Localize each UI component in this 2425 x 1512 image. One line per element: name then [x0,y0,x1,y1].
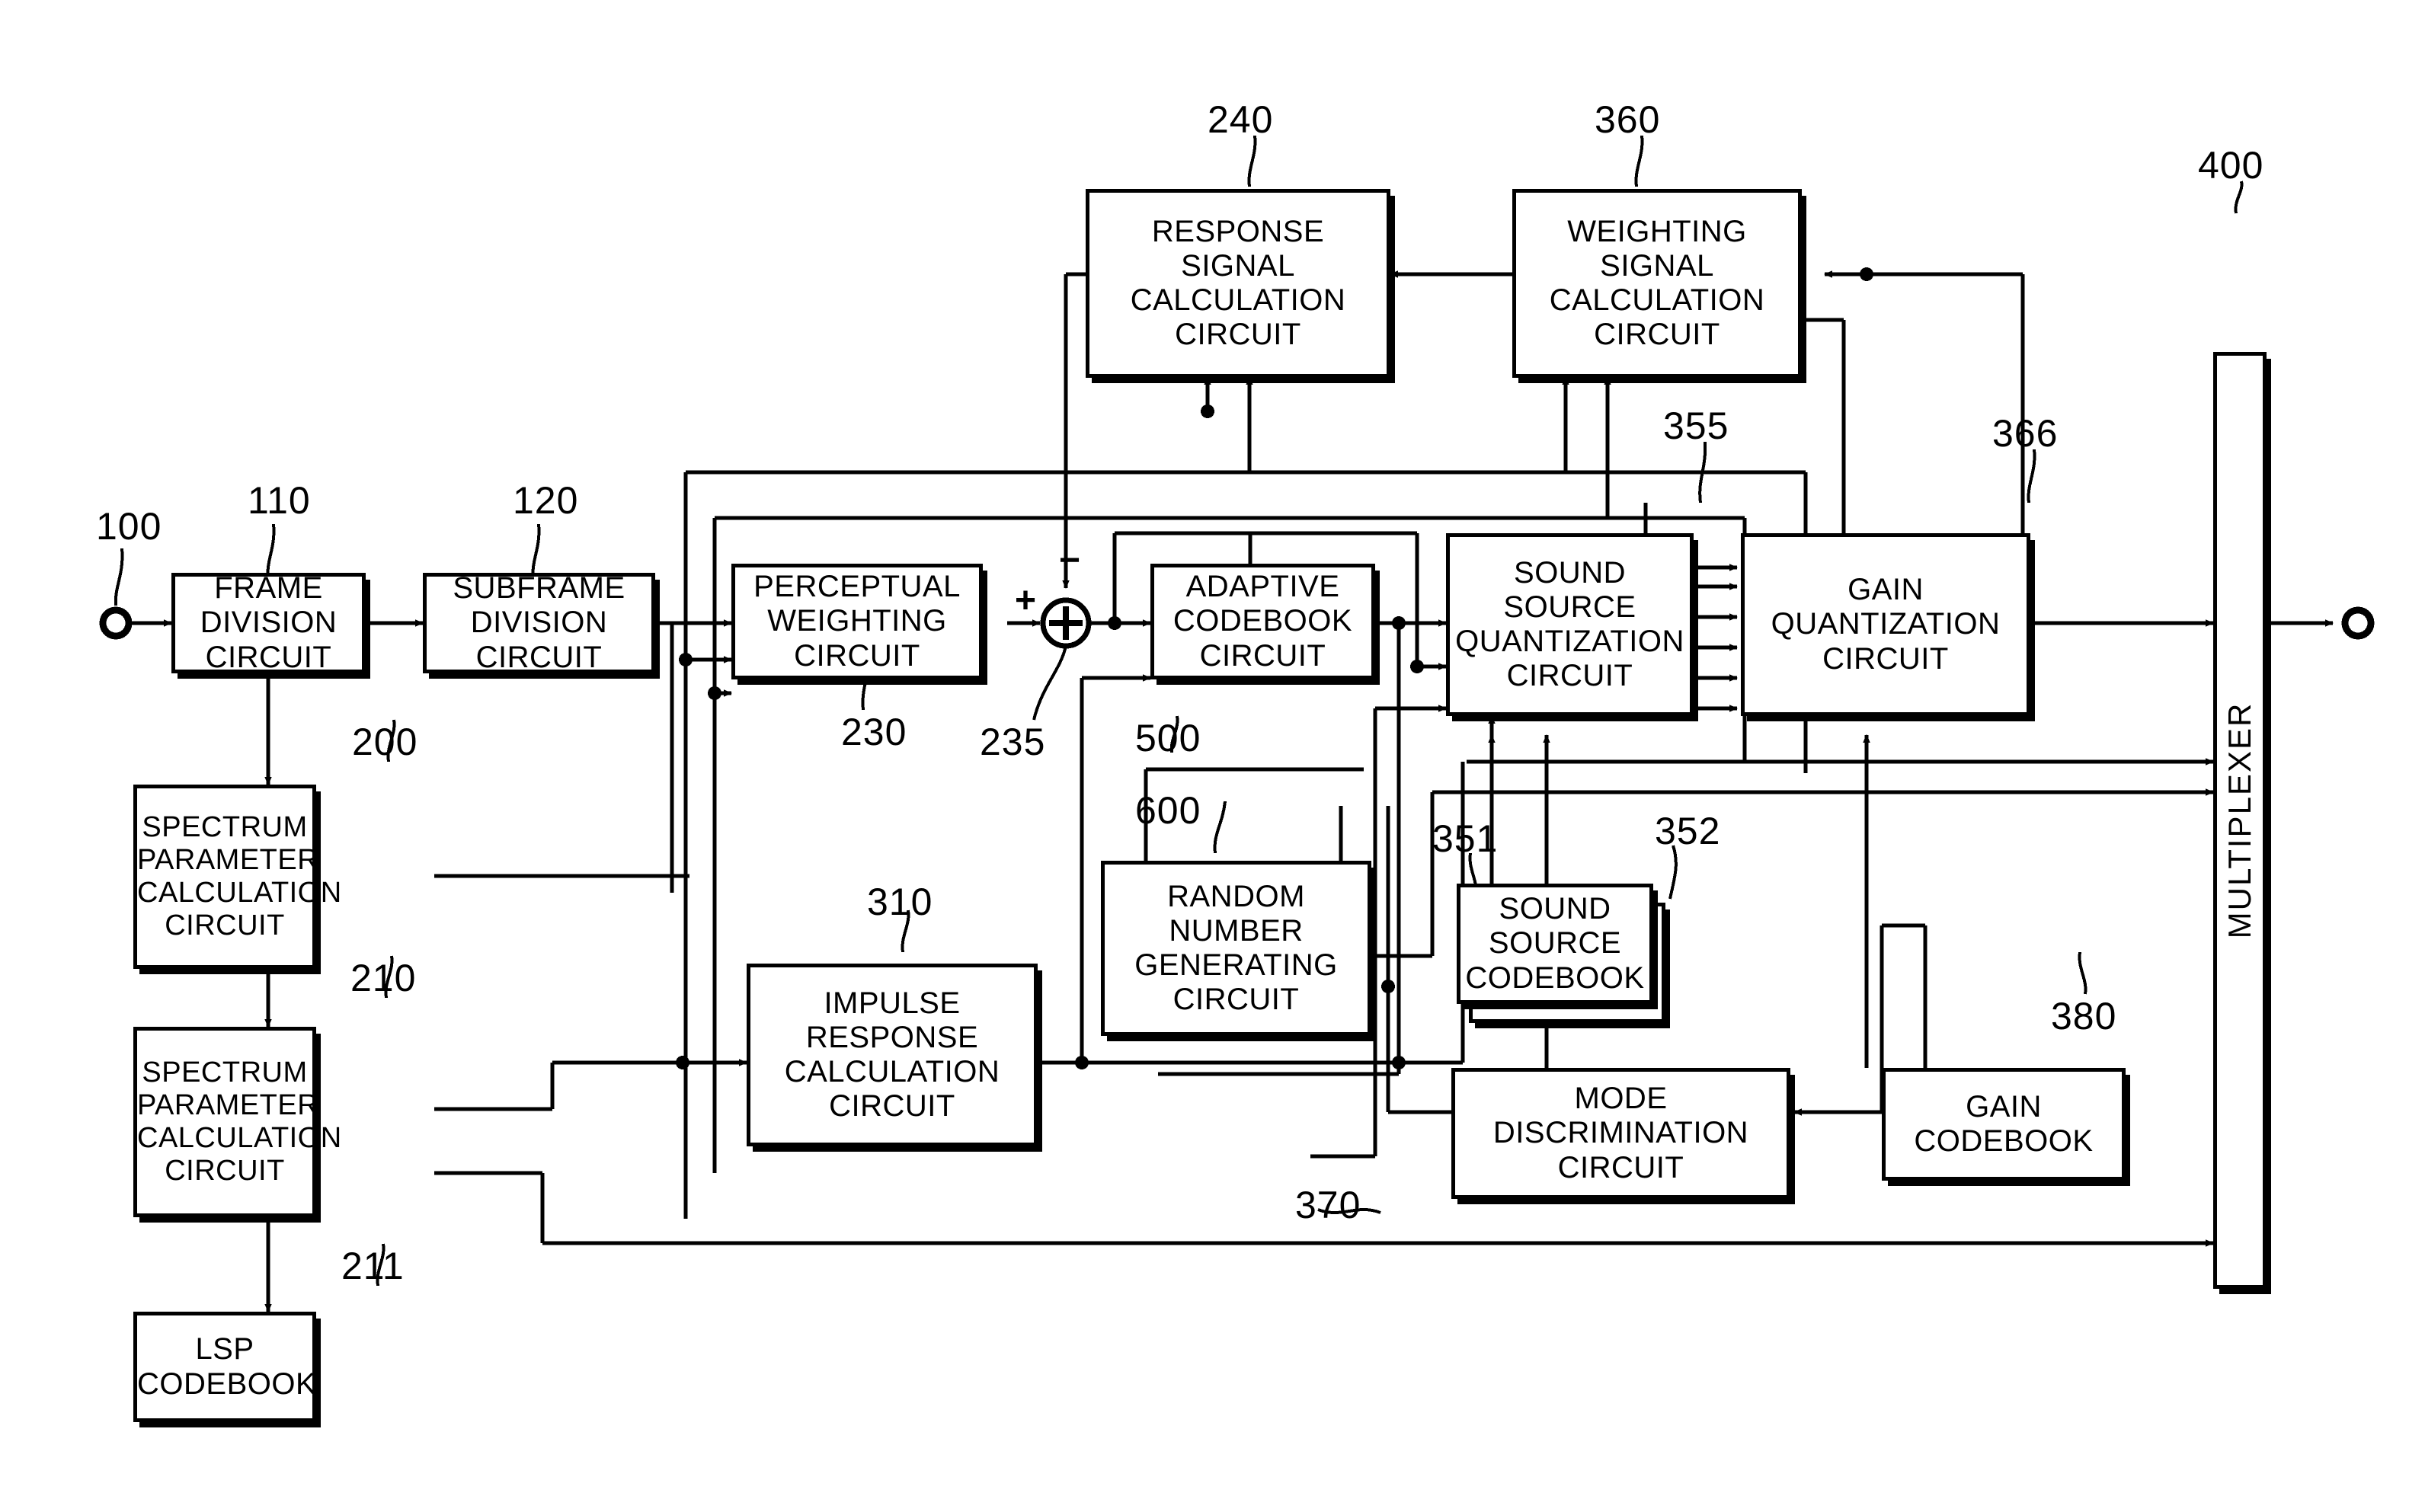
block-subframe-division-label: SUBFRAME DIVISION CIRCUIT [453,571,625,674]
ref-230: 230 [841,711,907,753]
ref-351: 351 [1432,817,1499,860]
block-spectrum-parameter-calculation-2[interactable]: SPECTRUM PARAMETER CALCULATION CIRCUIT [133,1027,342,1217]
block-perceptual-weighting[interactable]: PERCEPTUAL WEIGHTING CIRCUIT [731,564,983,679]
block-spectrum-parameter-calculation-1[interactable]: SPECTRUM PARAMETER CALCULATION CIRCUIT [133,785,342,969]
block-impulse-response-calculation[interactable]: IMPULSE RESPONSE CALCULATION CIRCUIT [747,964,1038,1146]
block-sound-source-quantization-label: SOUND SOURCE QUANTIZATION CIRCUIT [1455,555,1684,693]
ref-500: 500 [1135,717,1201,759]
block-frame-division-label: FRAME DIVISION CIRCUIT [200,571,338,674]
block-weighting-signal-calculation[interactable]: WEIGHTING SIGNAL CALCULATION CIRCUIT [1512,189,1802,378]
ref-400: 400 [2198,144,2264,187]
block-lsp-codebook-label: LSP CODEBOOK [137,1332,317,1401]
ref-200: 200 [352,721,418,763]
ref-211: 211 [341,1245,405,1287]
ref-110: 110 [248,479,311,522]
block-response-signal-calculation-label: RESPONSE SIGNAL CALCULATION CIRCUIT [1130,214,1346,352]
block-multiplexer-label: MULTIPLEXER [2222,702,2257,939]
block-gain-quantization[interactable]: GAIN QUANTIZATION CIRCUIT [1741,533,2030,716]
block-impulse-response-calculation-label: IMPULSE RESPONSE CALCULATION CIRCUIT [784,986,1000,1124]
ref-210: 210 [350,957,417,999]
block-lsp-codebook[interactable]: LSP CODEBOOK [133,1312,316,1422]
ref-600: 600 [1135,789,1201,832]
ref-370: 370 [1295,1184,1361,1226]
block-spectrum-parameter-calculation-2-label: SPECTRUM PARAMETER CALCULATION CIRCUIT [137,1056,342,1187]
block-spectrum-parameter-calculation-1-label: SPECTRUM PARAMETER CALCULATION CIRCUIT [137,811,342,941]
ref-352: 352 [1655,810,1721,852]
block-adaptive-codebook-label: ADAPTIVE CODEBOOK CIRCUIT [1173,570,1353,673]
block-weighting-signal-calculation-label: WEIGHTING SIGNAL CALCULATION CIRCUIT [1549,214,1765,352]
block-response-signal-calculation[interactable]: RESPONSE SIGNAL CALCULATION CIRCUIT [1086,189,1390,378]
ref-380: 380 [2051,995,2117,1037]
ref-355: 355 [1663,404,1729,447]
patent-figure-canvas: FRAME DIVISION CIRCUIT SUBFRAME DIVISION… [0,0,2425,1512]
block-subframe-division[interactable]: SUBFRAME DIVISION CIRCUIT [423,571,655,674]
ref-120: 120 [513,479,579,522]
block-perceptual-weighting-label: PERCEPTUAL WEIGHTING CIRCUIT [753,570,961,673]
block-mode-discrimination-label: MODE DISCRIMINATION CIRCUIT [1492,1082,1749,1184]
block-frame-division[interactable]: FRAME DIVISION CIRCUIT [171,571,366,674]
block-sound-source-codebook[interactable]: SOUND SOURCE CODEBOOK [1457,884,1653,1004]
ref-235: 235 [980,721,1046,763]
block-random-number-generating[interactable]: RANDOM NUMBER GENERATING CIRCUIT [1101,861,1371,1036]
ref-240: 240 [1208,98,1274,141]
ref-366: 366 [1992,412,2059,455]
block-sound-source-quantization[interactable]: SOUND SOURCE QUANTIZATION CIRCUIT [1446,533,1694,716]
block-multiplexer[interactable]: MULTIPLEXER [2213,352,2267,1289]
block-gain-quantization-label: GAIN QUANTIZATION CIRCUIT [1771,573,2001,676]
adder-plus-sign: + [1015,580,1037,621]
block-mode-discrimination[interactable]: MODE DISCRIMINATION CIRCUIT [1451,1068,1790,1199]
ref-360: 360 [1595,98,1661,141]
block-adaptive-codebook[interactable]: ADAPTIVE CODEBOOK CIRCUIT [1150,564,1375,679]
block-gain-codebook-label: GAIN CODEBOOK [1914,1089,2094,1158]
adder-minus-sign: − [1059,540,1081,580]
block-gain-codebook[interactable]: GAIN CODEBOOK [1882,1068,2126,1181]
block-sound-source-codebook-label: SOUND SOURCE CODEBOOK [1465,892,1645,995]
ref-100: 100 [96,505,162,548]
block-random-number-generating-label: RANDOM NUMBER GENERATING CIRCUIT [1134,879,1338,1017]
ref-310: 310 [867,881,933,923]
